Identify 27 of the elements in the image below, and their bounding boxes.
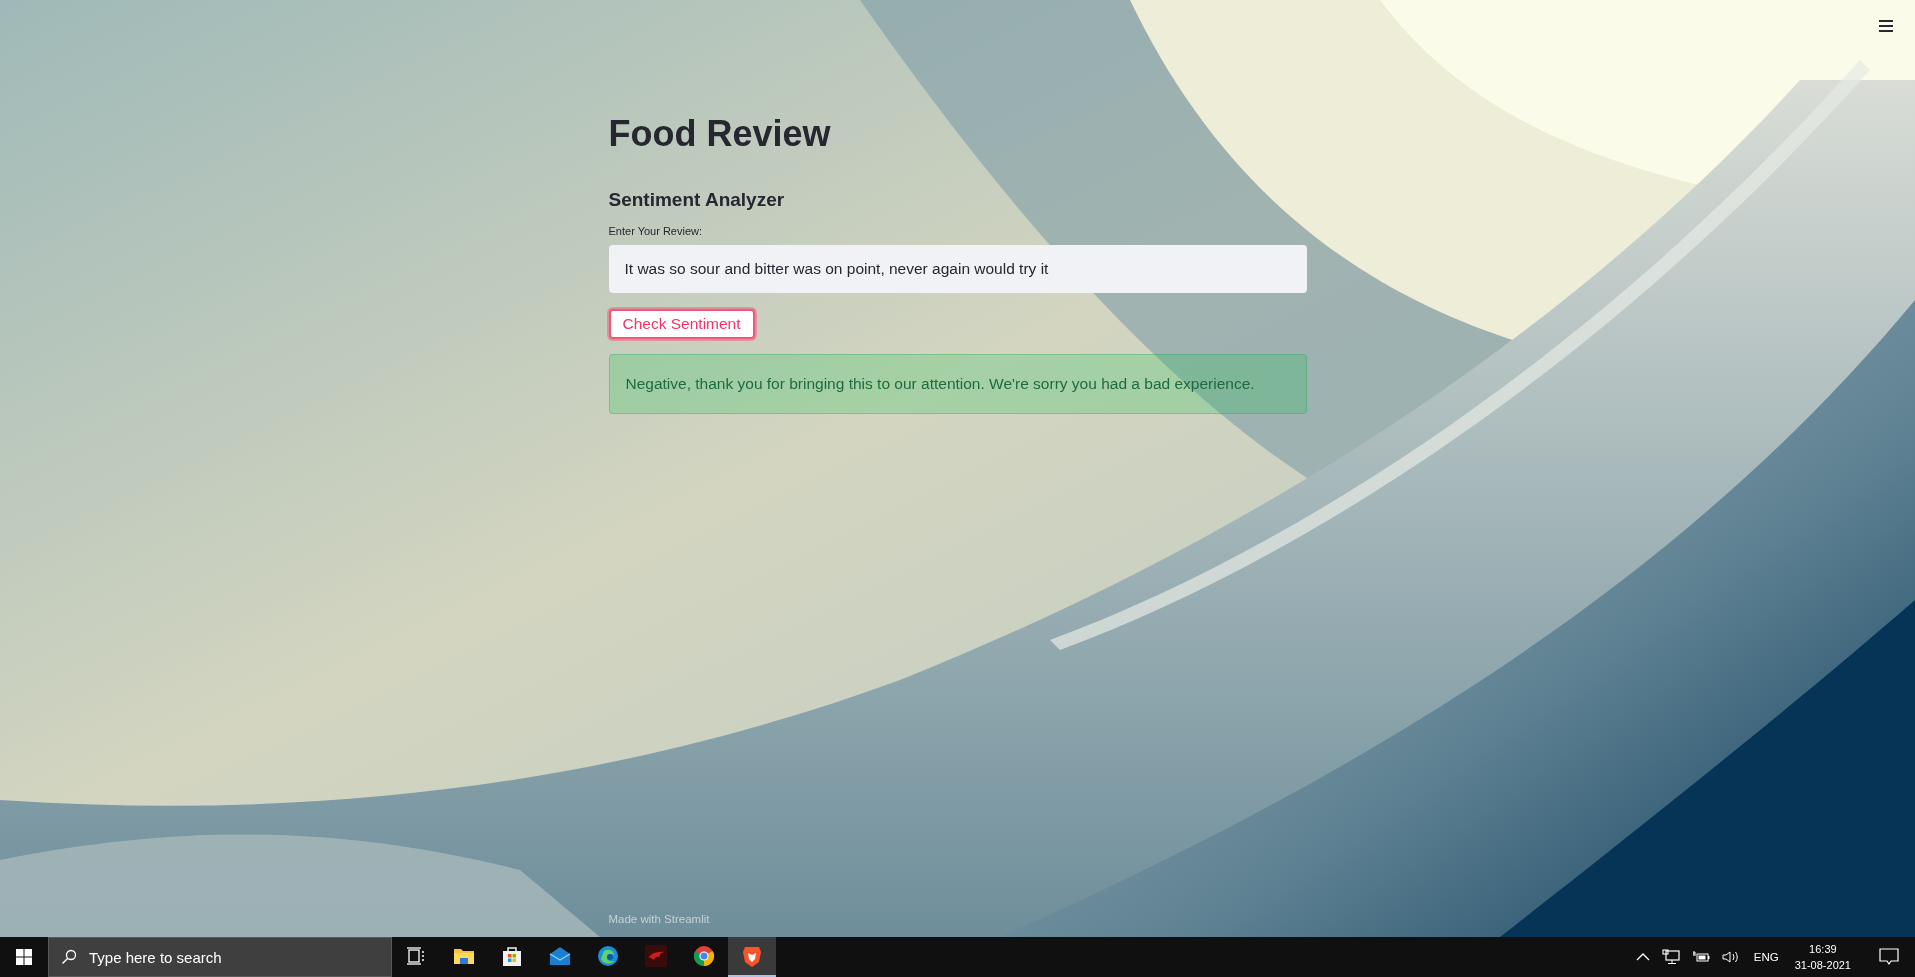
shopping-bag-icon bbox=[500, 944, 524, 968]
lion-shield-icon bbox=[740, 944, 764, 968]
language-indicator[interactable]: ENG bbox=[1753, 951, 1779, 963]
browser-ball-icon bbox=[692, 944, 716, 968]
task-view-icon bbox=[406, 946, 426, 966]
field-label: Enter Your Review: bbox=[608, 225, 703, 237]
footer-text: Made with Streamlit bbox=[608, 913, 710, 925]
browser-swirl-icon bbox=[596, 944, 620, 968]
taskbar-search-field[interactable]: Type here to search bbox=[48, 937, 392, 977]
subheader: Sentiment Analyzer bbox=[608, 189, 785, 211]
chevron-up-icon[interactable] bbox=[1635, 952, 1650, 962]
search-input[interactable]: Type here to search bbox=[87, 947, 371, 967]
app-title: Food Review bbox=[608, 113, 831, 155]
windows-logo-icon bbox=[16, 949, 32, 965]
result-alert: Negative, thank you for bringing this to our attention. We're sorry you had a bad experience. bbox=[608, 354, 1307, 414]
menu-icon[interactable] bbox=[1879, 20, 1893, 32]
speaker-icon[interactable] bbox=[1721, 950, 1740, 964]
review-input-field[interactable]: It was so sour and bitter was on point, never again would try it bbox=[608, 245, 1307, 293]
search-icon bbox=[61, 949, 77, 965]
check-sentiment-button[interactable]: Check Sentiment bbox=[608, 309, 755, 339]
envelope-icon bbox=[548, 944, 572, 968]
brave-taskbar-button[interactable] bbox=[728, 937, 776, 977]
network-icon[interactable] bbox=[1661, 949, 1680, 965]
battery-icon[interactable] bbox=[1691, 950, 1710, 964]
dragon-icon bbox=[644, 944, 668, 968]
notification-icon[interactable] bbox=[1879, 948, 1899, 966]
clock[interactable]: 16:39 31-08-2021 bbox=[1794, 941, 1851, 973]
